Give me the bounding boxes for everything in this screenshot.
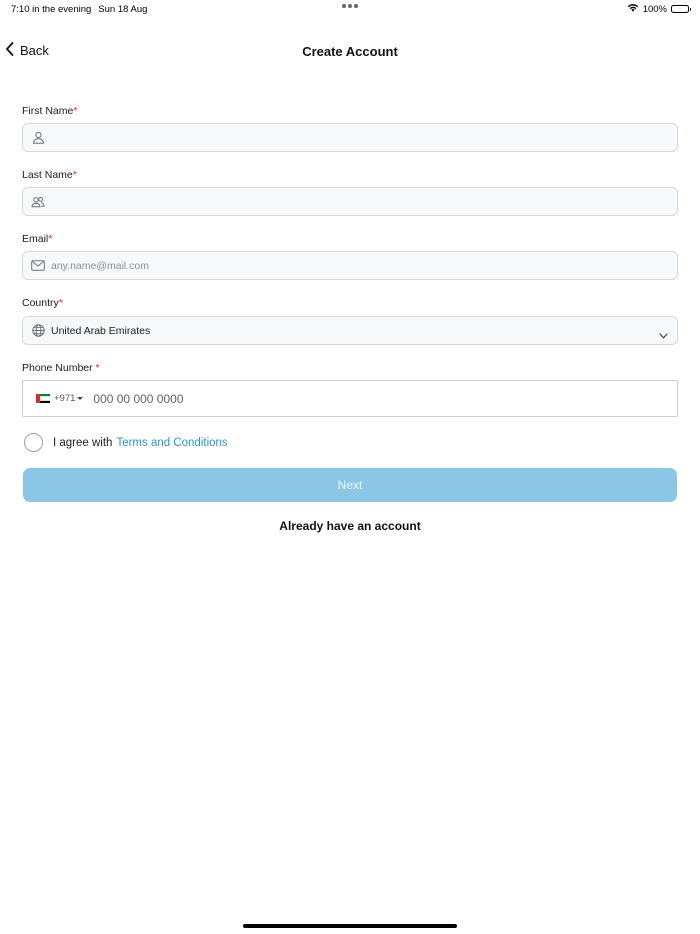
battery-icon — [671, 4, 691, 14]
chevron-down-icon[interactable] — [659, 326, 668, 344]
email-input[interactable]: any.name@mail.com — [51, 260, 149, 272]
mail-icon — [31, 259, 45, 273]
phone-number-field[interactable]: +971 000 00 000 0000 — [22, 380, 678, 417]
terms-agreement-row: I agree with Terms and Conditions — [24, 433, 228, 452]
required-mark: * — [72, 169, 77, 181]
next-button[interactable]: Next — [23, 468, 677, 502]
agree-checkbox[interactable] — [24, 433, 43, 452]
first-name-field[interactable] — [22, 123, 678, 152]
terms-and-conditions-link[interactable]: Terms and Conditions — [116, 437, 227, 449]
caret-down-icon[interactable] — [77, 397, 84, 400]
globe-icon — [31, 324, 45, 338]
phone-number-label: Phone Number * — [22, 362, 100, 374]
phone-number-input[interactable]: 000 00 000 0000 — [93, 392, 183, 406]
required-mark: * — [48, 233, 53, 245]
required-mark: * — [58, 297, 63, 309]
required-mark: * — [73, 105, 78, 117]
email-label: Email* — [22, 233, 53, 245]
status-indicators: 100% — [627, 3, 691, 15]
home-indicator — [243, 924, 457, 928]
status-date: Sun 18 Aug — [98, 4, 148, 15]
first-name-label: First Name* — [22, 105, 78, 117]
status-time: 7:10 in the evening — [11, 4, 92, 15]
battery-percent: 100% — [642, 3, 667, 15]
person-icon — [31, 131, 45, 145]
country-label: Country* — [22, 297, 63, 309]
last-name-field[interactable] — [22, 187, 678, 216]
required-mark: * — [95, 362, 100, 374]
email-field[interactable]: any.name@mail.com — [22, 251, 678, 280]
last-name-label: Last Name* — [22, 169, 77, 181]
already-have-account-link[interactable]: Already have an account — [0, 519, 700, 533]
country-select[interactable]: United Arab Emirates — [22, 316, 678, 345]
status-time-date: 7:10 in the evening Sun 18 Aug — [11, 4, 147, 15]
status-bar: 7:10 in the evening Sun 18 Aug 100% — [0, 0, 700, 18]
dial-code-selector[interactable]: +971 — [54, 393, 75, 404]
people-icon — [31, 195, 45, 209]
uae-flag-icon[interactable] — [36, 394, 50, 403]
multitasking-dots-icon[interactable] — [342, 4, 358, 8]
agree-text: I agree with — [53, 436, 113, 449]
country-selected-value: United Arab Emirates — [51, 324, 151, 337]
wifi-icon — [627, 3, 639, 15]
page-title: Create Account — [302, 44, 398, 59]
